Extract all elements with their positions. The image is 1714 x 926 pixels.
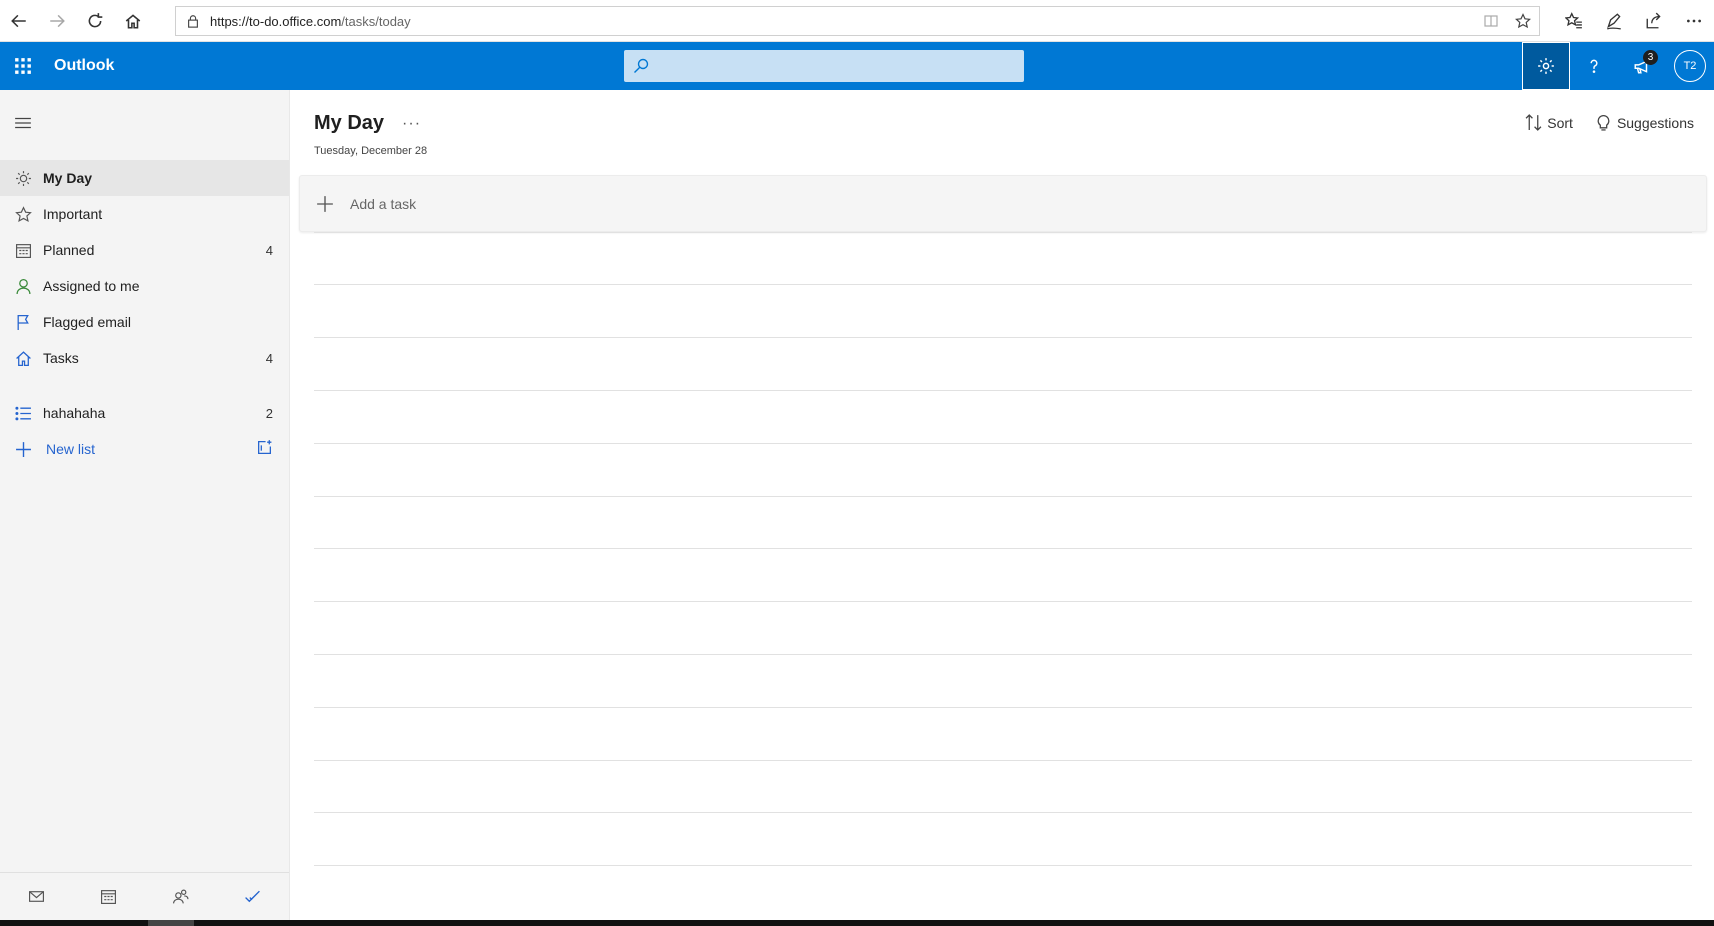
search-box[interactable] (624, 50, 1024, 82)
task-row-divider (314, 760, 1692, 761)
lock-icon (176, 14, 210, 28)
list-icon (14, 404, 32, 422)
sidebar-separator (0, 376, 289, 395)
list-options-icon[interactable]: ··· (402, 115, 421, 133)
forward-icon[interactable] (38, 0, 76, 42)
url-text: https://to-do.office.com/tasks/today (210, 13, 411, 29)
sidebar-item-label: My Day (43, 170, 93, 186)
task-row-divider (314, 812, 1692, 813)
task-row-divider (314, 443, 1692, 444)
people-icon[interactable] (161, 877, 201, 917)
favorite-star-icon[interactable] (1507, 13, 1539, 29)
app-switcher (0, 872, 289, 920)
sidebar-item-label: Tasks (43, 350, 79, 366)
question-icon (1590, 59, 1598, 73)
refresh-icon[interactable] (76, 0, 114, 42)
sidebar-item-planned[interactable]: Planned 4 (0, 232, 289, 268)
flag-icon (14, 313, 32, 331)
settings-button[interactable] (1522, 42, 1570, 90)
sidebar-item-label: Flagged email (43, 314, 131, 330)
home-icon (14, 349, 32, 367)
taskbar (0, 920, 1714, 926)
account-button[interactable]: T2 (1666, 42, 1714, 90)
sidebar-item-label: Important (43, 206, 103, 222)
sort-icon (1525, 114, 1542, 131)
calendar-icon (14, 241, 32, 259)
sidebar-nav: My Day Important Planned 4 Assigned to m… (0, 160, 289, 467)
task-row-divider (314, 707, 1692, 708)
avatar: T2 (1674, 50, 1706, 82)
address-bar[interactable]: https://to-do.office.com/tasks/today (175, 6, 1540, 36)
app-launcher-icon[interactable] (0, 42, 46, 90)
back-icon[interactable] (0, 0, 38, 42)
task-row-divider (314, 390, 1692, 391)
notification-badge: 3 (1643, 50, 1658, 65)
mail-icon[interactable] (16, 877, 56, 917)
sidebar-item-count: 4 (265, 242, 273, 258)
more-icon[interactable] (1674, 12, 1714, 30)
new-list-button[interactable]: New list (0, 431, 289, 467)
whats-new-button[interactable]: 3 (1618, 42, 1666, 90)
sidebar-item-assigned-to-me[interactable]: Assigned to me (0, 268, 289, 304)
task-row-divider (314, 654, 1692, 655)
search-input[interactable] (658, 51, 1024, 81)
sidebar-item-tasks[interactable]: Tasks 4 (0, 340, 289, 376)
plus-icon (300, 195, 350, 213)
sidebar-item-my-day[interactable]: My Day (0, 160, 289, 196)
task-row-divider (314, 337, 1692, 338)
help-button[interactable] (1570, 42, 1618, 90)
new-list-label: New list (46, 441, 96, 457)
task-row-divider (314, 548, 1692, 549)
app-name[interactable]: Outlook (54, 57, 114, 75)
taskbar-indicator (148, 920, 194, 926)
plus-icon (14, 440, 32, 458)
app-header: Outlook 3 T2 (0, 42, 1714, 90)
task-row-divider (314, 496, 1692, 497)
new-group-icon[interactable] (256, 439, 273, 459)
suggestions-button[interactable]: Suggestions (1595, 114, 1694, 131)
browser-toolbar: https://to-do.office.com/tasks/today (0, 0, 1714, 42)
sort-label: Sort (1547, 114, 1573, 131)
search-icon[interactable] (624, 58, 658, 74)
hamburger-menu-icon[interactable] (12, 112, 34, 134)
sidebar-item-label: Assigned to me (43, 278, 140, 294)
calendar-icon[interactable] (88, 877, 128, 917)
home-icon[interactable] (114, 0, 152, 42)
sidebar-item-label: Planned (43, 242, 95, 258)
share-icon[interactable] (1634, 12, 1674, 30)
sidebar-item-count: 4 (265, 350, 273, 366)
sidebar-item-count: 2 (265, 405, 273, 421)
lightbulb-icon (1597, 114, 1610, 131)
person-icon (14, 277, 32, 295)
page-date: Tuesday, December 28 (314, 145, 428, 157)
sidebar-item-label: hahahaha (43, 405, 106, 421)
pen-icon[interactable] (1594, 12, 1634, 30)
sidebar-item-important[interactable]: Important (0, 196, 289, 232)
main-panel: My Day ··· Tuesday, December 28 Sort Sug… (290, 90, 1714, 920)
task-row-divider (314, 232, 1692, 233)
task-row-divider (314, 865, 1692, 866)
sidebar: My Day Important Planned 4 Assigned to m… (0, 90, 290, 920)
checkmark-icon[interactable] (233, 877, 273, 917)
sidebar-item-flagged-email[interactable]: Flagged email (0, 304, 289, 340)
favorites-icon[interactable] (1554, 12, 1594, 30)
star-icon (14, 205, 32, 223)
sidebar-item-list[interactable]: hahahaha 2 (0, 395, 289, 431)
add-task-placeholder: Add a task (350, 195, 417, 212)
sun-icon (14, 169, 32, 187)
sort-button[interactable]: Sort (1525, 114, 1573, 131)
add-task-input[interactable]: Add a task (299, 175, 1707, 232)
task-row-divider (314, 601, 1692, 602)
page-title: My Day (314, 112, 385, 134)
reading-view-icon[interactable] (1475, 13, 1507, 29)
gear-icon (1538, 58, 1554, 74)
suggestions-label: Suggestions (1616, 114, 1694, 131)
task-row-divider (314, 284, 1692, 285)
